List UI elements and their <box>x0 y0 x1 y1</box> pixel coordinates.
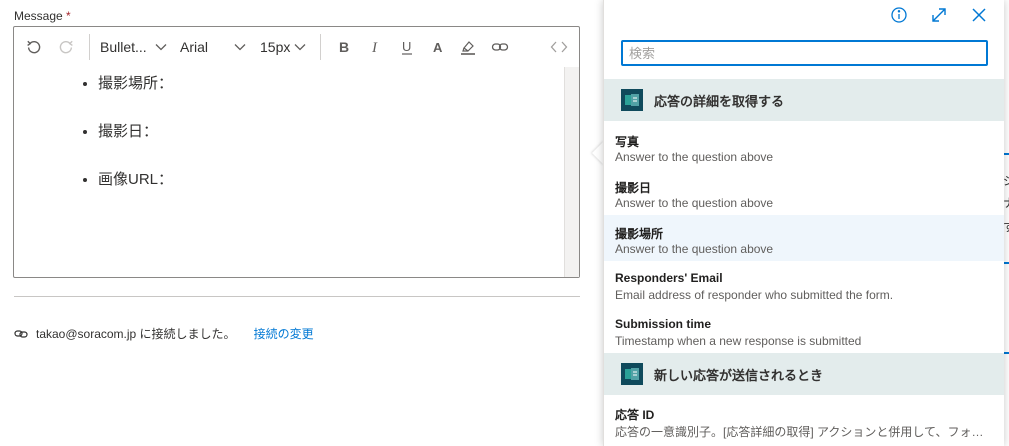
code-view-button[interactable] <box>550 37 568 57</box>
group-title: 新しい応答が送信されるとき <box>654 367 824 383</box>
font-color-icon: A <box>433 40 443 55</box>
editor-toolbar: Bullet... Arial 15px B I U A <box>14 27 579 67</box>
bullet-item: 画像URL： <box>98 171 563 219</box>
svg-text:A: A <box>433 40 443 55</box>
info-button[interactable] <box>890 6 908 24</box>
font-color-button[interactable]: A <box>432 37 446 57</box>
dynamic-item-responders-email[interactable]: Responders' Email Email address of respo… <box>604 261 1004 307</box>
redo-button[interactable] <box>58 37 74 57</box>
italic-icon: I <box>371 40 378 55</box>
message-editor[interactable]: Bullet... Arial 15px B I U A • 撮影場所： • 撮… <box>13 26 580 278</box>
dynamic-item-submission-time[interactable]: Submission time Timestamp when a new res… <box>604 307 1004 353</box>
svg-text:U: U <box>402 39 411 54</box>
section-divider <box>14 296 580 297</box>
item-description: Email address of responder who submitted… <box>615 288 894 302</box>
group-header-get-response-details[interactable]: 応答の詳細を取得する <box>604 79 1004 121</box>
undo-button[interactable] <box>26 37 42 57</box>
size-dropdown-value: 15px <box>260 39 291 55</box>
group-title: 応答の詳細を取得する <box>654 93 785 109</box>
item-description: Answer to the question above <box>615 150 774 164</box>
connection-icon <box>14 329 28 338</box>
redo-icon <box>59 40 73 54</box>
group-header-new-response-submitted[interactable]: 新しい応答が送信されるとき <box>604 353 1004 395</box>
chevron-down-icon <box>294 44 306 51</box>
font-dropdown[interactable]: Arial <box>180 37 246 57</box>
font-dropdown-value: Arial <box>180 39 209 55</box>
link-button[interactable] <box>491 37 509 57</box>
expand-icon <box>932 8 946 22</box>
item-description: Answer to the question above <box>615 196 774 210</box>
svg-text:I: I <box>371 40 378 55</box>
required-mark: * <box>66 9 71 23</box>
item-description: Timestamp when a new response is submitt… <box>615 334 862 348</box>
info-icon <box>891 7 907 23</box>
svg-text:B: B <box>339 39 349 55</box>
underline-button[interactable]: U <box>400 37 414 57</box>
highlight-button[interactable] <box>460 37 476 57</box>
bold-button[interactable]: B <box>337 37 351 57</box>
chevron-down-icon <box>155 44 167 51</box>
item-title: 写真 <box>615 135 640 149</box>
connection-account: takao@soracom.jp に接続しました。 <box>36 327 236 341</box>
underline-icon: U <box>402 39 412 55</box>
change-connection-link[interactable]: 接続の変更 <box>254 325 314 342</box>
format-dropdown[interactable]: Bullet... <box>100 37 167 57</box>
close-button[interactable] <box>970 6 988 24</box>
close-icon <box>972 8 986 22</box>
bullet-item: 撮影日： <box>98 123 563 171</box>
item-title: 撮影日 <box>615 181 652 195</box>
undo-icon <box>27 40 41 54</box>
expand-button[interactable] <box>930 6 948 24</box>
chevron-down-icon <box>234 44 246 51</box>
format-dropdown-value: Bullet... <box>100 39 147 55</box>
code-icon <box>550 41 568 53</box>
dynamic-item-response-id[interactable]: 応答 ID 応答の一意識別子。[応答詳細の取得] アクションと併用して、フォーム… <box>604 396 1004 442</box>
dynamic-item-photo[interactable]: 写真 Answer to the question above <box>604 123 1004 169</box>
editor-scrollbar[interactable] <box>564 67 579 277</box>
message-field-label: Message * <box>14 9 71 23</box>
item-title: Submission time <box>615 317 712 331</box>
item-description: Answer to the question above <box>615 242 774 256</box>
item-title: Responders' Email <box>615 271 723 285</box>
editor-content[interactable]: 撮影場所： 撮影日： 画像URL： <box>14 67 563 277</box>
bold-icon: B <box>339 39 349 55</box>
dynamic-item-shooting-location[interactable]: 撮影場所 Answer to the question above <box>604 215 1004 261</box>
toolbar-divider <box>320 34 321 60</box>
bullet-item: 撮影場所： <box>98 75 563 123</box>
bullet-list: 撮影場所： 撮影日： 画像URL： <box>14 75 563 219</box>
dynamic-content-search-input[interactable] <box>621 40 988 66</box>
dynamic-item-shooting-date[interactable]: 撮影日 Answer to the question above <box>604 169 1004 215</box>
message-label-text: Message <box>14 9 63 23</box>
size-dropdown[interactable]: 15px <box>260 37 306 57</box>
link-icon <box>491 43 509 51</box>
item-title: 応答 ID <box>615 408 655 422</box>
forms-connector-icon <box>621 89 643 111</box>
highlight-icon <box>461 41 475 55</box>
forms-connector-icon <box>621 363 643 385</box>
item-description: 応答の一意識別子。[応答詳細の取得] アクションと併用して、フォーム応答の詳細を… <box>615 425 990 439</box>
item-title: 撮影場所 <box>615 227 664 241</box>
italic-button[interactable]: I <box>369 37 383 57</box>
connection-info: takao@soracom.jp に接続しました。 接続の変更 <box>14 325 314 342</box>
dynamic-content-panel: 応答の詳細を取得する 写真 Answer to the question abo… <box>603 0 1004 446</box>
toolbar-divider <box>89 34 90 60</box>
